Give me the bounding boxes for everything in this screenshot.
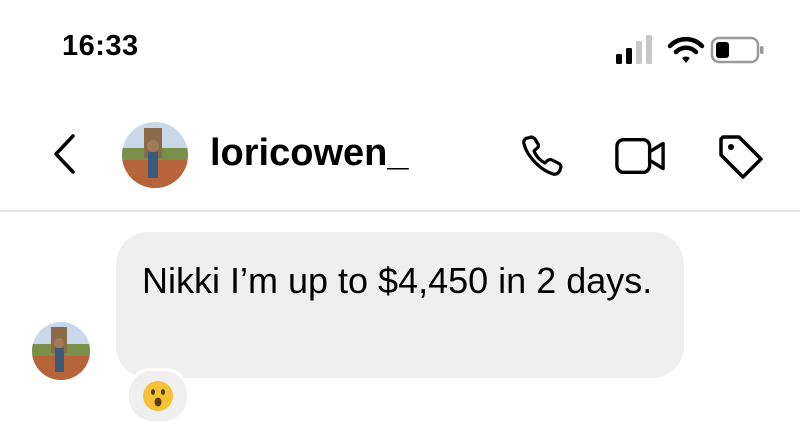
video-call-button[interactable]	[614, 130, 666, 182]
call-button[interactable]	[516, 130, 568, 182]
surprised-face-emoji	[143, 381, 173, 411]
message-bubble[interactable]: Nikki I’m up to $4,450 in 2 days.	[116, 232, 684, 378]
header-username[interactable]: loricowen_	[210, 132, 409, 175]
avatar	[32, 322, 90, 380]
chat-header: loricowen_	[0, 100, 800, 210]
header-avatar[interactable]	[122, 122, 188, 188]
cellular-signal-icon	[616, 35, 652, 64]
video-camera-icon	[615, 137, 665, 175]
avatar	[122, 122, 188, 188]
wifi-icon	[667, 36, 705, 63]
battery-icon	[710, 36, 764, 64]
message-text: Nikki I’m up to $4,450 in 2 days.	[142, 260, 653, 301]
message-avatar[interactable]	[32, 322, 90, 380]
status-bar: 16:33	[0, 0, 800, 100]
tag-icon	[719, 135, 763, 179]
status-time: 16:33	[62, 30, 139, 62]
message-reaction[interactable]	[126, 368, 190, 424]
phone-icon	[522, 135, 563, 176]
back-button[interactable]	[44, 130, 84, 178]
tag-button[interactable]	[714, 130, 766, 182]
chevron-left-icon	[54, 134, 75, 174]
dm-screen: 16:33 loricowen_ Nikki I’m up to $4,450 …	[0, 0, 800, 434]
message-row: Nikki I’m up to $4,450 in 2 days.	[0, 212, 800, 434]
